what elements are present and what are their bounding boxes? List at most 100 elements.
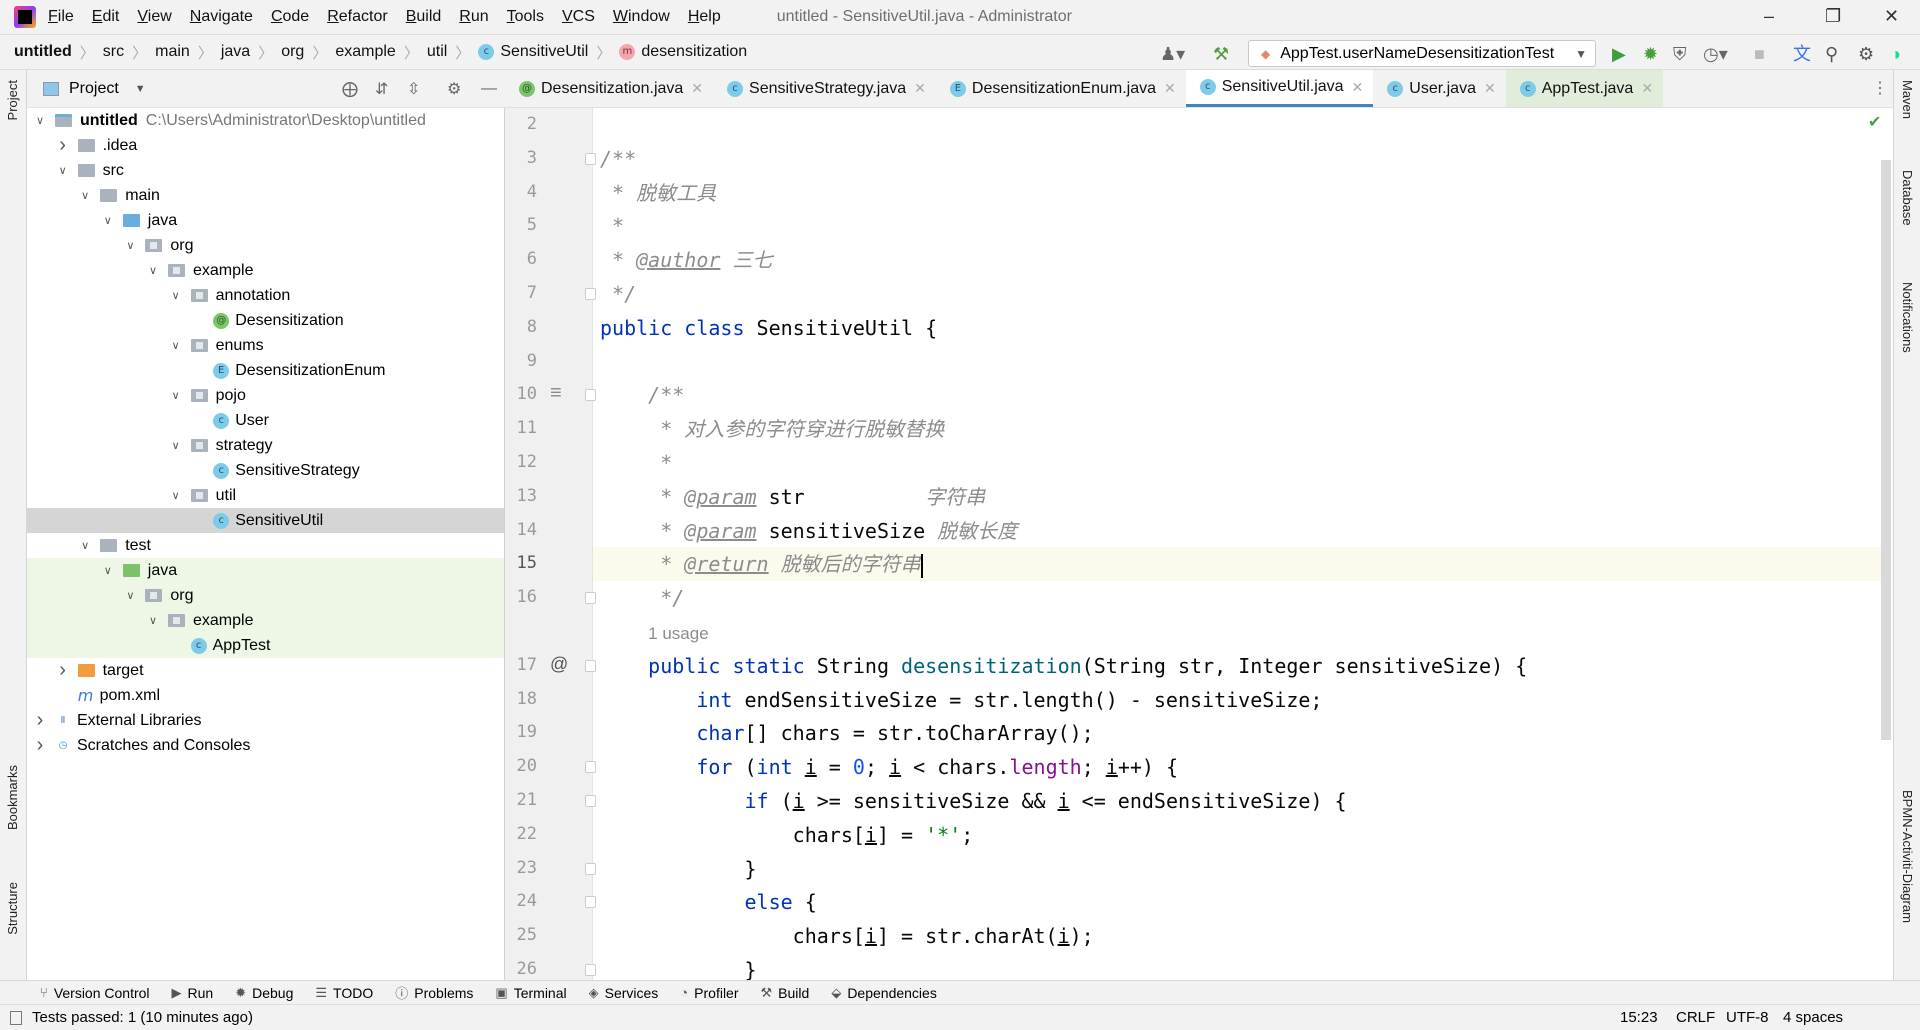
indent-setting[interactable]: 4 spaces xyxy=(1783,1009,1843,1026)
tree-item[interactable]: ∨ annotation xyxy=(27,283,504,308)
tree-item[interactable]: ∨ org xyxy=(27,233,504,258)
menu-vcs[interactable]: VCS xyxy=(562,8,595,26)
tree-item[interactable]: ∨ org xyxy=(27,583,504,608)
hide-panel-icon[interactable]: — xyxy=(481,80,497,98)
breadcrumb-item[interactable]: main xyxy=(155,43,190,61)
fold-marker-icon[interactable] xyxy=(585,152,596,165)
code-line[interactable]: chars[i] = '*'; xyxy=(600,818,974,852)
tool-window-todo[interactable]: ☰ TODO xyxy=(315,985,373,1001)
chevron-down-icon[interactable]: ∨ xyxy=(123,589,137,602)
tool-window-profiler[interactable]: ◔ Profiler xyxy=(680,985,738,1001)
chevron-down-icon[interactable]: ∨ xyxy=(169,389,183,402)
tree-item[interactable]: ∨ util xyxy=(27,483,504,508)
tree-item[interactable]: › target xyxy=(27,658,504,683)
code-line[interactable]: * @param str 字符串 xyxy=(600,480,985,514)
tree-item[interactable]: ∨ enums xyxy=(27,333,504,358)
bpmn-diagram-tool-button[interactable]: BPMN-Activiti-Diagram xyxy=(1900,790,1915,923)
menu-tools[interactable]: Tools xyxy=(507,8,544,26)
line-separator[interactable]: CRLF xyxy=(1676,1009,1715,1026)
expand-all-icon[interactable]: ⇵ xyxy=(375,79,388,99)
menu-window[interactable]: Window xyxy=(613,8,670,26)
chevron-down-icon[interactable]: ∨ xyxy=(101,214,115,227)
minimize-button[interactable]: – xyxy=(1764,6,1774,27)
tree-item[interactable]: ∨ example xyxy=(27,608,504,633)
breadcrumb-item[interactable]: example xyxy=(335,43,395,61)
structure-tool-button[interactable]: Structure xyxy=(5,882,20,935)
tree-item[interactable]: ∨ java xyxy=(27,208,504,233)
chevron-down-icon[interactable]: ∨ xyxy=(78,189,92,202)
run-icon[interactable]: ▶ xyxy=(1612,44,1626,64)
caret-position[interactable]: 15:23 xyxy=(1620,1009,1658,1026)
tree-item[interactable]: ∨ java xyxy=(27,558,504,583)
close-tab-icon[interactable]: ✕ xyxy=(1484,80,1496,97)
tab-desensitizationenum[interactable]: E DesensitizationEnum.java ✕ xyxy=(936,70,1186,107)
tree-item[interactable]: c SensitiveUtil xyxy=(27,508,504,533)
code-line[interactable]: * xyxy=(600,209,624,243)
breadcrumb-item[interactable]: java xyxy=(221,43,250,61)
code-line[interactable]: public class SensitiveUtil { xyxy=(600,311,937,345)
code-line[interactable]: /** xyxy=(600,142,636,176)
fold-marker-icon[interactable] xyxy=(585,795,596,807)
tab-sensitivestrategy[interactable]: c SensitiveStrategy.java ✕ xyxy=(713,70,936,107)
tree-item[interactable]: › Ⅱ External Libraries xyxy=(27,708,504,733)
run-configuration-select[interactable]: ◆ AppTest.userNameDesensitizationTest ▼ xyxy=(1248,40,1596,67)
code-line[interactable]: char[] chars = str.toCharArray(); xyxy=(600,716,1093,750)
profile-icon[interactable]: ◷▾ xyxy=(1703,44,1728,64)
override-marker-icon[interactable]: @ xyxy=(550,654,568,675)
menu-code[interactable]: Code xyxy=(271,8,309,26)
tree-item[interactable]: ∨ example xyxy=(27,258,504,283)
stop-icon[interactable]: ■ xyxy=(1754,44,1765,64)
tree-item[interactable]: c AppTest xyxy=(27,633,504,658)
code-line[interactable]: * @param sensitiveSize 脱敏长度 xyxy=(600,514,1017,548)
tool-window-problems[interactable]: ⓘ Problems xyxy=(395,983,473,1002)
status-message[interactable]: Tests passed: 1 (10 minutes ago) xyxy=(32,1009,253,1026)
code-line[interactable]: int endSensitiveSize = str.length() - se… xyxy=(600,683,1322,717)
breadcrumb-item[interactable]: org xyxy=(281,43,304,61)
close-button[interactable]: ✕ xyxy=(1884,6,1899,27)
tree-item[interactable]: ∨ src xyxy=(27,158,504,183)
more-tabs-icon[interactable]: ⋮ xyxy=(1872,78,1888,98)
chevron-down-icon[interactable]: ∨ xyxy=(169,489,183,502)
build-hammer-icon[interactable]: ⚒ xyxy=(1213,44,1229,64)
tree-item[interactable]: › .idea xyxy=(27,133,504,158)
chevron-down-icon[interactable]: ∨ xyxy=(56,164,70,177)
code-line[interactable]: * xyxy=(600,446,672,480)
breadcrumb-item[interactable]: m desensitization xyxy=(619,43,747,61)
fold-marker-icon[interactable] xyxy=(585,592,596,605)
file-encoding[interactable]: UTF-8 xyxy=(1726,1009,1769,1026)
code-line[interactable]: } xyxy=(600,852,756,886)
fold-marker-icon[interactable] xyxy=(585,288,596,300)
database-tool-button[interactable]: Database xyxy=(1900,170,1915,226)
tool-window-terminal[interactable]: ▣ Terminal xyxy=(495,985,566,1001)
tool-window-debug[interactable]: ✹ Debug xyxy=(235,985,293,1001)
tree-item[interactable]: m pom.xml xyxy=(27,683,504,708)
tab-user[interactable]: c User.java ✕ xyxy=(1373,70,1505,107)
tool-window-services[interactable]: ◈ Services xyxy=(589,985,659,1001)
chevron-down-icon[interactable]: ∨ xyxy=(146,614,160,627)
tool-window-version-control[interactable]: ⑂ Version Control xyxy=(40,985,150,1001)
chevron-down-icon[interactable]: ∨ xyxy=(146,264,160,277)
tree-item[interactable]: ∨ main xyxy=(27,183,504,208)
breadcrumb-item[interactable]: util xyxy=(427,43,447,61)
code-line[interactable]: for (int i = 0; i < chars.length; i++) { xyxy=(600,750,1178,784)
coverage-icon[interactable]: ⛨ xyxy=(1673,44,1687,64)
chevron-right-icon[interactable]: › xyxy=(33,734,47,757)
code-line[interactable]: */ xyxy=(600,581,684,615)
quick-doc-icon[interactable]: ≡ xyxy=(550,382,562,405)
settings-gear-icon[interactable]: ⚙ xyxy=(1858,44,1874,64)
fold-marker-icon[interactable] xyxy=(585,862,596,875)
code-line[interactable]: * 脱敏工具 xyxy=(600,176,716,210)
code-line[interactable]: if (i >= sensitiveSize && i <= endSensit… xyxy=(600,784,1346,818)
chevron-down-icon[interactable]: ∨ xyxy=(78,539,92,552)
tree-item[interactable]: E DesensitizationEnum xyxy=(27,358,504,383)
editor-scrollbar[interactable] xyxy=(1881,160,1891,740)
code-line[interactable]: */ xyxy=(600,277,636,311)
project-tool-button[interactable]: Project xyxy=(5,80,20,120)
search-icon[interactable]: ⚲ xyxy=(1825,44,1838,64)
close-tab-icon[interactable]: ✕ xyxy=(914,80,926,97)
menu-help[interactable]: Help xyxy=(688,8,721,26)
panel-toggle-icon[interactable] xyxy=(10,1010,22,1025)
restore-button[interactable]: ❐ xyxy=(1825,6,1841,27)
close-tab-icon[interactable]: ✕ xyxy=(1352,79,1364,96)
fold-marker-icon[interactable] xyxy=(585,389,596,402)
